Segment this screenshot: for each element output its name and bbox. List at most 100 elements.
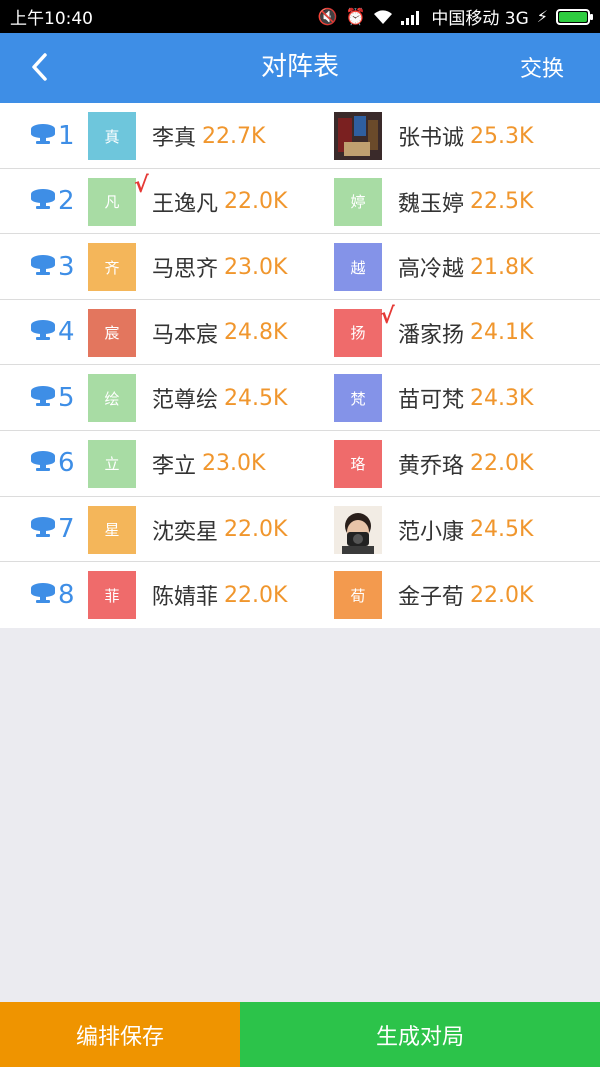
save-arrangement-button[interactable]: 编排保存 [0,1002,240,1067]
avatar: 星 [88,505,136,554]
avatar [334,505,382,554]
carrier-label: 中国移动 3G [431,9,529,29]
player-name: 王逸凡 [152,191,219,217]
matchup-row: 4 宸马本宸 24.8K 扬 √ 潘家扬 24.1K [0,300,600,366]
player-name: 李真 [152,126,197,151]
player-score: 24.5K [470,517,534,543]
player-name: 张书诚 [398,126,465,151]
battery-icon [556,8,593,25]
player-score: 23.0K [202,451,266,477]
avatar: 宸 [88,308,136,357]
avatar: 菲 [88,571,136,620]
player-right[interactable]: 荀金子荀 22.0K [334,570,533,620]
table-icon [30,515,58,543]
player-score: 22.0K [224,582,288,608]
player-score: 24.1K [470,320,534,346]
player-name: 范尊绘 [152,388,219,414]
table-number: 1 [30,103,75,168]
table-icon [30,122,58,150]
table-icon [30,449,58,477]
player-score: 21.8K [470,254,534,280]
player-name: 高冷越 [398,257,465,283]
avatar: 扬 [334,308,382,357]
table-number-label: 5 [58,382,75,413]
back-button[interactable] [20,47,60,87]
table-icon [30,581,58,609]
player-name: 魏玉婷 [398,191,465,217]
matchup-row: 5 绘范尊绘 24.5K 梵苗可梵 24.3K [0,365,600,431]
bottom-bar: 编排保存 生成对局 [0,1002,600,1067]
status-icons: 🔇 ⏰ 中国移动 3G ⚡ [317,4,593,29]
matchup-row: 2 凡 √ 王逸凡 22.0K 婷魏玉婷 22.5K [0,169,600,235]
table-number-label: 1 [58,120,75,151]
avatar: 珞 [334,439,382,488]
player-right[interactable]: 婷魏玉婷 22.5K [334,177,533,227]
table-icon [30,253,58,281]
player-left[interactable]: 立李立 23.0K [88,439,265,489]
player-name: 黄乔珞 [398,453,465,479]
player-left[interactable]: 绘范尊绘 24.5K [88,373,287,423]
wifi-icon [374,9,393,24]
chevron-left-icon [32,53,47,81]
player-name: 陈婧菲 [152,585,219,611]
matchup-row: 8 菲陈婧菲 22.0K 荀金子荀 22.0K [0,562,600,628]
player-score: 22.0K [470,582,534,608]
player-score: 22.5K [470,189,534,215]
matchup-row: 3 齐马思齐 23.0K 越高冷越 21.8K [0,234,600,300]
avatar: 婷 [334,177,382,226]
player-score: 24.3K [470,385,534,411]
table-number: 6 [30,431,75,496]
player-score: 24.5K [224,385,288,411]
player-name: 沈奕星 [152,519,219,545]
avatar: 立 [88,439,136,488]
player-left[interactable]: 宸马本宸 24.8K [88,308,287,358]
check-mark-icon: √ [134,172,149,198]
nav-bar: 对阵表 交换 [0,33,600,103]
matchup-row: 6 立李立 23.0K 珞黄乔珞 22.0K [0,431,600,497]
charging-icon: ⚡ [536,6,548,26]
player-left[interactable]: 菲陈婧菲 22.0K [88,570,287,620]
status-bar: 上午10:40 🔇 ⏰ 中国移动 3G ⚡ [0,0,600,33]
player-right[interactable]: 越高冷越 21.8K [334,242,533,292]
avatar: 绘 [88,374,136,423]
check-mark-icon: √ [380,303,395,329]
player-name: 范小康 [398,519,465,545]
table-icon [30,384,58,412]
table-icon [30,318,58,346]
player-left[interactable]: 齐马思齐 23.0K [88,242,287,292]
player-right[interactable]: 扬 √ 潘家扬 24.1K [334,304,534,358]
player-score: 23.0K [224,254,288,280]
player-right[interactable]: 张书诚 25.3K [334,111,533,161]
table-number-label: 3 [58,251,75,282]
matchup-row: 7 星沈奕星 22.0K 范小康 24.5K [0,497,600,563]
player-left[interactable]: 真李真 22.7K [88,111,265,161]
matchup-list: 1 真李真 22.7K 张书诚 25.3K 2 凡 √ 王逸凡 22.0K 婷魏玉婷 22.5K 3 齐马… [0,103,600,628]
player-right[interactable]: 范小康 24.5K [334,505,533,555]
generate-games-button[interactable]: 生成对局 [240,1002,600,1067]
player-score: 22.0K [224,189,288,215]
page-title: 对阵表 [260,52,339,82]
player-name: 马本宸 [152,322,219,348]
player-name: 潘家扬 [398,322,465,348]
player-right[interactable]: 珞黄乔珞 22.0K [334,439,533,489]
swap-button[interactable]: 交换 [520,33,564,103]
avatar: 梵 [334,374,382,423]
player-right[interactable]: 梵苗可梵 24.3K [334,373,533,423]
table-number: 3 [30,234,75,299]
avatar: 荀 [334,571,382,620]
player-name: 李立 [152,453,197,479]
table-number: 5 [30,365,75,430]
avatar: 齐 [88,243,136,292]
table-number-label: 8 [58,579,75,610]
table-number-label: 7 [58,514,75,545]
player-name: 苗可梵 [398,388,465,414]
player-left[interactable]: 凡 √ 王逸凡 22.0K [88,173,288,227]
table-number-label: 2 [58,186,75,217]
alarm-icon: ⏰ [345,6,366,26]
signal-icon [401,10,420,25]
player-score: 22.0K [224,517,288,543]
player-score: 22.7K [202,123,266,149]
mute-icon: 🔇 [317,6,338,26]
player-name: 金子荀 [398,585,465,611]
player-left[interactable]: 星沈奕星 22.0K [88,505,287,555]
